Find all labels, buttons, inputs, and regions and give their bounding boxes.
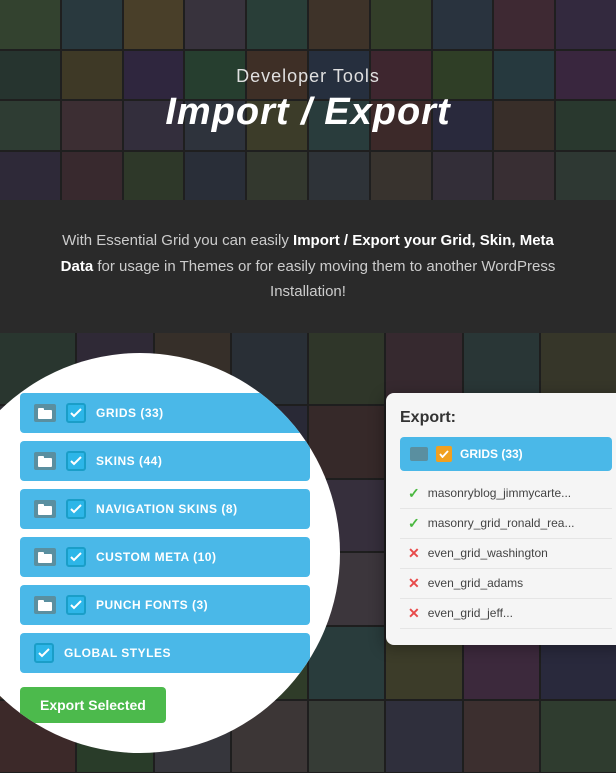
folder-icon	[34, 404, 56, 422]
export-row-2: ✕ even_grid_washington	[400, 539, 612, 569]
export-folder-icon	[410, 447, 428, 461]
folder-icon-skins	[34, 452, 56, 470]
checklist-label-grids: GRIDS (33)	[96, 406, 164, 420]
export-row-label-1: masonry_grid_ronald_rea...	[428, 516, 575, 530]
export-header-label: GRIDS (33)	[460, 447, 523, 461]
check-icon-0: ✓	[408, 485, 420, 502]
export-row-label-3: even_grid_adams	[428, 576, 523, 590]
folder-icon-meta	[34, 548, 56, 566]
export-row-label-0: masonryblog_jimmycarte...	[428, 486, 571, 500]
checkbox-fonts[interactable]	[66, 595, 86, 615]
checklist-label-global-styles: GLOBAL STYLES	[64, 646, 171, 660]
description-section: With Essential Grid you can easily Impor…	[0, 200, 616, 333]
checkbox-global-styles[interactable]	[34, 643, 54, 663]
checklist-item-skins[interactable]: SKINS (44)	[20, 441, 310, 481]
export-row-1: ✓ masonry_grid_ronald_rea...	[400, 509, 612, 539]
checklist-item-grids[interactable]: GRIDS (33)	[20, 393, 310, 433]
hero-title: Import / Export	[165, 91, 450, 134]
folder-icon-fonts	[34, 596, 56, 614]
export-panel-header: GRIDS (33)	[400, 437, 612, 471]
hero-section: Developer Tools Import / Export	[0, 0, 616, 200]
export-selected-button[interactable]: Export Selected	[20, 687, 166, 723]
export-panel-label: Export:	[400, 409, 612, 427]
folder-icon-nav	[34, 500, 56, 518]
export-row-3: ✕ even_grid_adams	[400, 569, 612, 599]
checklist-label-skins: SKINS (44)	[96, 454, 162, 468]
checklist-label-fonts: PUNCH FONTS (3)	[96, 598, 208, 612]
x-icon-4: ✕	[408, 605, 420, 622]
x-icon-3: ✕	[408, 575, 420, 592]
export-row-0: ✓ masonryblog_jimmycarte...	[400, 479, 612, 509]
export-row-label-4: even_grid_jeff...	[428, 606, 513, 620]
checklist-label-custom-meta: CUSTOM META (10)	[96, 550, 216, 564]
checkbox-skins[interactable]	[66, 451, 86, 471]
check-icon-1: ✓	[408, 515, 420, 532]
export-header-checkbox[interactable]	[436, 446, 452, 462]
hero-subtitle: Developer Tools	[236, 66, 380, 87]
checkbox-nav-skins[interactable]	[66, 499, 86, 519]
checklist-label-nav-skins: NAVIGATION SKINS (8)	[96, 502, 238, 516]
export-panel: Export: GRIDS (33) ✓ masonryblog_jimmyca…	[386, 393, 616, 645]
checklist-item-fonts[interactable]: PUNCH FONTS (3)	[20, 585, 310, 625]
description-text: With Essential Grid you can easily Impor…	[60, 228, 556, 305]
x-icon-2: ✕	[408, 545, 420, 562]
checkbox-grids[interactable]	[66, 403, 86, 423]
checkbox-custom-meta[interactable]	[66, 547, 86, 567]
checklist-item-nav-skins[interactable]: NAVIGATION SKINS (8)	[20, 489, 310, 529]
checklist-item-global-styles[interactable]: GLOBAL STYLES	[20, 633, 310, 673]
hero-overlay: Developer Tools Import / Export	[0, 0, 616, 200]
export-row-label-2: even_grid_washington	[428, 546, 548, 560]
checklist-item-custom-meta[interactable]: CUSTOM META (10)	[20, 537, 310, 577]
content-section: GRIDS (33) SKINS (44) NAVIGATION SKINS (…	[0, 333, 616, 773]
export-row-4: ✕ even_grid_jeff...	[400, 599, 612, 629]
